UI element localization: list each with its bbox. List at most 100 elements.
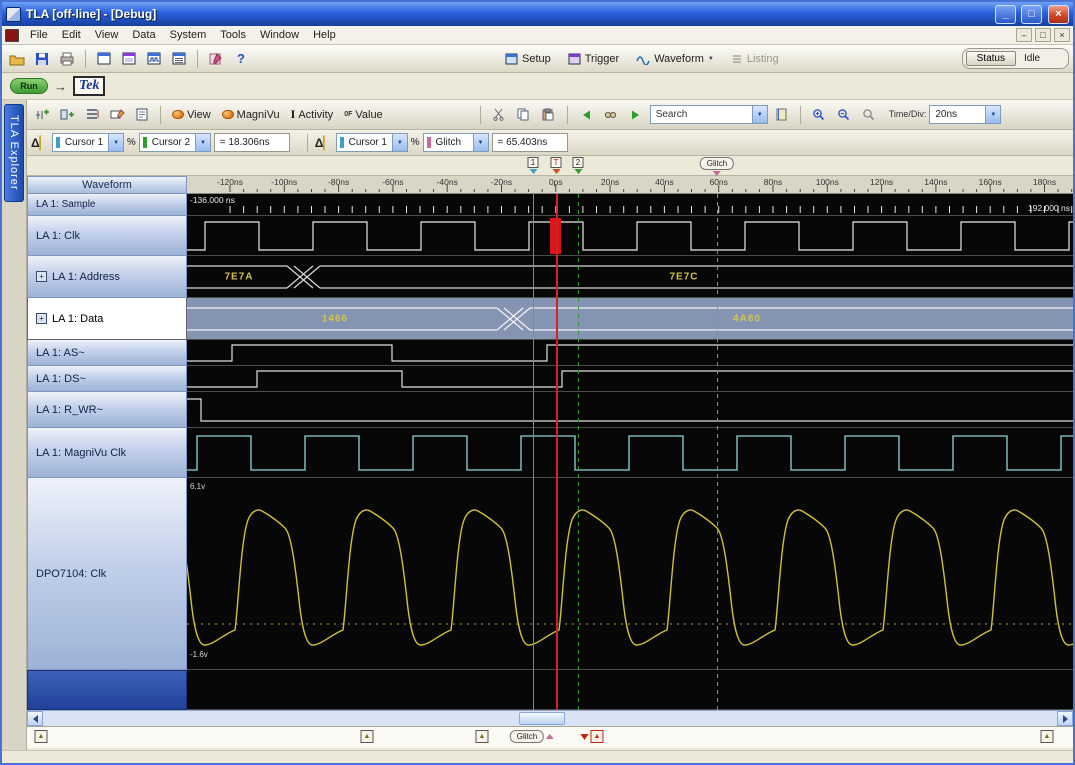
clk-waveform[interactable] bbox=[187, 216, 1073, 256]
next-match-icon[interactable] bbox=[625, 105, 647, 125]
as-waveform[interactable] bbox=[187, 340, 1073, 366]
cursor2-line[interactable] bbox=[578, 194, 579, 710]
trigger-window-icon[interactable] bbox=[118, 49, 140, 69]
bottom-marker-a[interactable]: ▲ bbox=[360, 730, 374, 743]
cursor1-dropdown-arrow-icon-b[interactable]: ▼ bbox=[391, 134, 407, 151]
view-button[interactable]: View bbox=[168, 107, 215, 123]
cursor1-combobox-a[interactable]: Cursor 1 ▼ bbox=[51, 133, 124, 152]
expand-bus-icon[interactable]: + bbox=[36, 313, 47, 324]
trigger-button[interactable]: Trigger bbox=[561, 50, 626, 68]
properties-icon[interactable] bbox=[131, 105, 153, 125]
help-icon[interactable]: ? bbox=[230, 49, 252, 69]
waveform-column-header[interactable]: Waveform bbox=[27, 176, 187, 194]
zoom-in-icon[interactable] bbox=[808, 105, 830, 125]
listing-window-icon[interactable] bbox=[168, 49, 190, 69]
cut-icon[interactable] bbox=[488, 105, 510, 125]
menu-edit[interactable]: Edit bbox=[56, 28, 87, 42]
maximize-button[interactable]: □ bbox=[1021, 4, 1042, 24]
expand-bus-icon[interactable]: + bbox=[36, 271, 47, 282]
open-file-icon[interactable] bbox=[6, 49, 28, 69]
status-button[interactable]: Status bbox=[965, 51, 1016, 66]
glitch-line[interactable] bbox=[717, 194, 718, 710]
search-combobox[interactable]: Search ▼ bbox=[649, 105, 768, 124]
prev-match-icon[interactable] bbox=[575, 105, 597, 125]
sample-waveform[interactable]: -136.000 ns 192.000 ns bbox=[187, 194, 1073, 216]
glitch-marker-bottom[interactable]: Glitch bbox=[509, 730, 555, 743]
signal-label-dpo-clk[interactable]: DPO7104: Clk bbox=[27, 478, 187, 670]
minimize-button[interactable]: _ bbox=[995, 4, 1016, 24]
signal-label-clk[interactable]: LA 1: Clk bbox=[27, 216, 187, 256]
marker-2[interactable]: 2 bbox=[572, 157, 584, 174]
timediv-dropdown-arrow-icon[interactable]: ▼ bbox=[985, 106, 1001, 123]
delta-time-icon-1[interactable]: Δ▏ bbox=[31, 136, 49, 150]
rwr-waveform[interactable] bbox=[187, 392, 1073, 428]
notebook-icon[interactable] bbox=[771, 105, 793, 125]
bottom-marker-right[interactable]: ▲ bbox=[1040, 730, 1054, 743]
edit-properties-icon[interactable] bbox=[205, 49, 227, 69]
timediv-combobox[interactable]: 20ns ▼ bbox=[929, 105, 1002, 124]
group-signals-icon[interactable] bbox=[81, 105, 103, 125]
save-icon[interactable] bbox=[31, 49, 53, 69]
magnivu-button[interactable]: MagniVu bbox=[218, 107, 284, 123]
rename-icon[interactable] bbox=[106, 105, 128, 125]
waveform-window-icon[interactable] bbox=[143, 49, 165, 69]
mdi-minimize-button[interactable]: – bbox=[1016, 28, 1032, 42]
setup-button[interactable]: Setup bbox=[498, 50, 558, 68]
signal-label-as[interactable]: LA 1: AS~ bbox=[27, 340, 187, 366]
cursor2-combobox[interactable]: Cursor 2 ▼ bbox=[138, 133, 211, 152]
search-input[interactable]: Search bbox=[651, 106, 752, 123]
signal-label-magnivu-clk[interactable]: LA 1: MagniVu Clk bbox=[27, 428, 187, 478]
trigger-marker[interactable]: T bbox=[550, 157, 562, 174]
find-icon[interactable] bbox=[600, 105, 622, 125]
menu-window[interactable]: Window bbox=[254, 28, 305, 42]
time-ruler[interactable]: -120ns -100ns -80ns -60ns -40ns -20ns 0ps 20ns 4… bbox=[187, 176, 1073, 194]
trigger-marker-bottom[interactable]: ▲ bbox=[580, 730, 604, 743]
tla-explorer-tab[interactable]: TLA Explorer bbox=[4, 104, 24, 202]
zoom-fit-icon[interactable] bbox=[858, 105, 880, 125]
mdi-restore-button[interactable]: □ bbox=[1035, 28, 1051, 42]
run-button[interactable]: Run bbox=[10, 78, 48, 94]
menu-file[interactable]: File bbox=[24, 28, 54, 42]
signal-label-rwr[interactable]: LA 1: R_WR~ bbox=[27, 392, 187, 428]
search-dropdown-arrow-icon[interactable]: ▼ bbox=[751, 106, 767, 123]
activity-button[interactable]: I Activity bbox=[287, 105, 338, 124]
signal-label-ds[interactable]: LA 1: DS~ bbox=[27, 366, 187, 392]
trigger-line[interactable] bbox=[556, 194, 558, 710]
signal-label-address[interactable]: + LA 1: Address bbox=[27, 256, 187, 298]
paste-icon[interactable] bbox=[538, 105, 560, 125]
magnivu-clk-waveform[interactable] bbox=[187, 428, 1073, 478]
scroll-right-button[interactable] bbox=[1057, 711, 1073, 726]
dpo-clk-waveform[interactable]: 6.1v -1.6v bbox=[187, 478, 1073, 670]
copy-icon[interactable] bbox=[513, 105, 535, 125]
bottom-marker-b[interactable]: ▲ bbox=[475, 730, 489, 743]
add-waveform-icon[interactable] bbox=[31, 105, 53, 125]
glitch-combobox[interactable]: Glitch ▼ bbox=[422, 133, 489, 152]
close-button[interactable]: × bbox=[1048, 4, 1069, 24]
glitch-dropdown-arrow-icon[interactable]: ▼ bbox=[472, 134, 488, 151]
data-waveform[interactable]: 1466 4A80 bbox=[187, 298, 1073, 340]
mdi-close-button[interactable]: × bbox=[1054, 28, 1070, 42]
setup-window-icon[interactable] bbox=[93, 49, 115, 69]
value-button[interactable]: 0F Value bbox=[340, 107, 387, 123]
waveform-button[interactable]: Waveform ▼ bbox=[629, 50, 721, 68]
menu-system[interactable]: System bbox=[164, 28, 213, 42]
cursor2-dropdown-arrow-icon[interactable]: ▼ bbox=[195, 134, 210, 151]
scrollbar-thumb[interactable] bbox=[519, 712, 565, 725]
zoom-out-icon[interactable] bbox=[833, 105, 855, 125]
marker-1[interactable]: 1 bbox=[527, 157, 539, 174]
signal-label-data[interactable]: + LA 1: Data bbox=[27, 298, 187, 340]
horizontal-scrollbar[interactable] bbox=[27, 710, 1073, 726]
delta-time-icon-2[interactable]: Δ▏ bbox=[315, 136, 333, 150]
cursor1-dropdown-arrow-icon-a[interactable]: ▼ bbox=[108, 134, 123, 151]
cursor1-combobox-b[interactable]: Cursor 1 ▼ bbox=[335, 133, 408, 152]
menu-tools[interactable]: Tools bbox=[214, 28, 252, 42]
listing-button[interactable]: Listing bbox=[724, 50, 786, 68]
menu-view[interactable]: View bbox=[89, 28, 125, 42]
ds-waveform[interactable] bbox=[187, 366, 1073, 392]
signal-label-sample[interactable]: LA 1: Sample bbox=[27, 194, 187, 216]
glitch-marker-top[interactable]: Glitch bbox=[699, 157, 735, 176]
scroll-left-button[interactable] bbox=[27, 711, 43, 726]
menu-data[interactable]: Data bbox=[126, 28, 161, 42]
menu-help[interactable]: Help bbox=[307, 28, 342, 42]
add-group-icon[interactable] bbox=[56, 105, 78, 125]
